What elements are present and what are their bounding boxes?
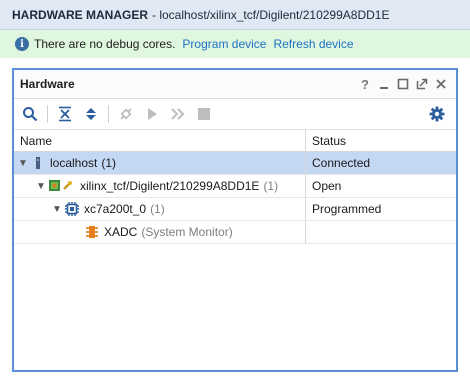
run-trigger-icon[interactable] [139, 102, 165, 126]
chevron-down-icon[interactable]: ▼ [16, 158, 30, 169]
hardware-panel: Hardware ? Name Status ▼ localhost (1) C… [12, 68, 458, 372]
window-subtitle: - localhost/xilinx_tcf/Digilent/210299A8… [152, 7, 390, 22]
maximize-icon[interactable] [394, 75, 412, 93]
refresh-device-link[interactable]: Refresh device [273, 37, 353, 51]
float-icon[interactable] [413, 75, 431, 93]
column-header-status[interactable]: Status [305, 130, 456, 151]
search-icon[interactable] [17, 102, 43, 126]
program-device-link[interactable]: Program device [182, 37, 266, 51]
row-name: xc7a200t_0 [84, 202, 147, 216]
help-icon[interactable]: ? [356, 75, 374, 93]
row-status: Open [305, 175, 456, 197]
settings-icon[interactable] [424, 102, 450, 126]
row-name: xilinx_tcf/Digilent/210299A8DD1E [80, 179, 260, 193]
row-count: (1) [150, 202, 165, 216]
row-type: (System Monitor) [141, 225, 233, 239]
hardware-manager-titlebar: HARDWARE MANAGER - localhost/xilinx_tcf/… [0, 0, 470, 30]
table-header: Name Status [14, 130, 456, 152]
tree-row-localhost[interactable]: ▼ localhost (1) Connected [14, 152, 456, 175]
tree-row-xadc[interactable]: XADC (System Monitor) [14, 221, 456, 244]
window-title: HARDWARE MANAGER [12, 7, 148, 22]
fpga-chip-icon [64, 201, 80, 217]
hardware-toolbar [14, 99, 456, 130]
minimize-icon[interactable] [375, 75, 393, 93]
toolbar-divider [47, 105, 48, 123]
xadc-icon [84, 224, 100, 240]
run-immediate-icon[interactable] [165, 102, 191, 126]
panel-header: Hardware ? [14, 70, 456, 99]
panel-title: Hardware [20, 77, 75, 91]
info-icon: i [15, 37, 29, 51]
row-status [305, 221, 456, 243]
tree-row-device[interactable]: ▼ xc7a200t_0 (1) Programmed [14, 198, 456, 221]
chevron-down-icon[interactable]: ▼ [34, 181, 48, 192]
hardware-tree-table: Name Status ▼ localhost (1) Connected ▼ … [14, 130, 456, 244]
stop-trigger-icon[interactable] [191, 102, 217, 126]
expand-all-icon[interactable] [78, 102, 104, 126]
row-status: Programmed [305, 198, 456, 220]
jtag-cable-icon [48, 178, 76, 194]
column-header-name[interactable]: Name [14, 130, 305, 151]
tree-row-jtag-target[interactable]: ▼ xilinx_tcf/Digilent/210299A8DD1E (1) O… [14, 175, 456, 198]
row-count: (1) [101, 156, 117, 170]
row-count: (1) [263, 179, 279, 193]
toolbar-divider [108, 105, 109, 123]
close-icon[interactable] [432, 75, 450, 93]
debug-cores-banner: i There are no debug cores. Program devi… [0, 30, 470, 58]
row-status: Connected [305, 152, 456, 174]
collapse-all-icon[interactable] [52, 102, 78, 126]
row-name: localhost [50, 156, 98, 170]
row-name: XADC [104, 225, 138, 239]
server-icon [30, 155, 46, 171]
banner-message: There are no debug cores. [34, 37, 176, 51]
chevron-down-icon[interactable]: ▼ [50, 204, 64, 215]
auto-connect-icon[interactable] [113, 102, 139, 126]
